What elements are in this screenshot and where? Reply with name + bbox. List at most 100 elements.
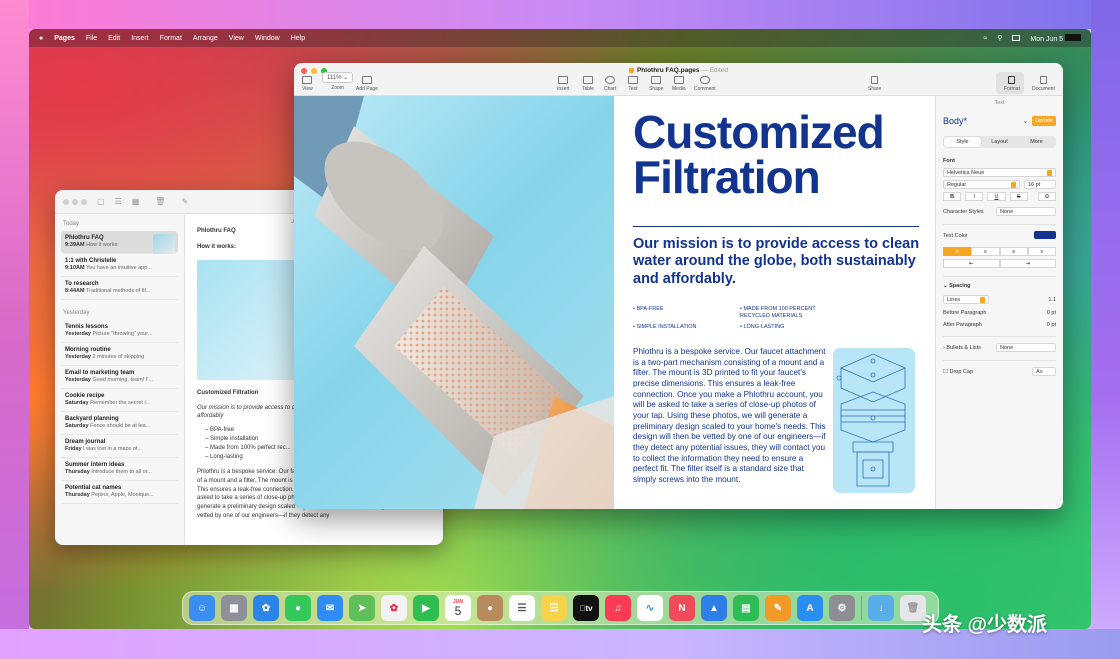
bold-button[interactable]: B <box>943 192 962 201</box>
text-color-well[interactable] <box>1034 231 1056 241</box>
before-paragraph-value[interactable]: 0 pt <box>1047 310 1056 316</box>
compose-icon[interactable]: ✎ <box>181 197 188 206</box>
close-button[interactable] <box>63 198 69 205</box>
contacts-icon[interactable]: ● <box>477 595 503 621</box>
paragraph-style-name[interactable]: Body* <box>943 116 967 126</box>
paragraph-style-row[interactable]: Body* ⌄ Update <box>943 116 1056 126</box>
freeform-icon[interactable]: ∿ <box>637 595 663 621</box>
chevron-down-icon[interactable]: ⌄ <box>1022 117 1028 125</box>
menu-format[interactable]: Format <box>160 35 182 42</box>
list-item[interactable]: Summer intern ideas Thursday Introduce t… <box>61 458 178 481</box>
italic-button[interactable]: I <box>965 192 984 201</box>
format-button[interactable]: Format <box>1004 76 1020 92</box>
downloads-folder-icon[interactable]: ↓ <box>868 595 894 621</box>
body-paragraph[interactable]: Phlothru is a bespoke service. Our fauce… <box>633 347 829 486</box>
bullets-lists-select[interactable]: None <box>996 343 1056 352</box>
align-left-icon[interactable]: ≡ <box>943 247 972 256</box>
font-family-select[interactable]: Helvetica Neue <box>943 168 1056 177</box>
pages-icon[interactable]: ✎ <box>765 595 791 621</box>
menu-help[interactable]: Help <box>291 35 305 42</box>
bullets-lists-label[interactable]: › Bullets & Lists <box>943 345 981 351</box>
document-title[interactable]: Phlothru FAQ.pages — Edited <box>294 67 1063 74</box>
pages-window[interactable]: Phlothru FAQ.pages — Edited View 111% ⌄ Z… <box>294 63 1063 509</box>
notes-icon[interactable]: ☰ <box>541 595 567 621</box>
update-style-button[interactable]: Update <box>1032 116 1056 126</box>
tab-layout[interactable]: Layout <box>981 137 1018 147</box>
facetime-icon[interactable]: ▶ <box>413 595 439 621</box>
font-size-field[interactable]: 16 pt <box>1024 180 1056 189</box>
list-item[interactable]: Tennis lessons Yesterday Picture "throwi… <box>61 320 178 343</box>
decrease-indent-icon[interactable]: ⇤ <box>943 259 1000 268</box>
numbers-icon[interactable]: ▤ <box>733 595 759 621</box>
view-button[interactable]: View <box>302 76 313 92</box>
advanced-options-gear-icon[interactable]: ⚙ <box>1037 192 1057 201</box>
tv-icon[interactable]: tv <box>573 595 599 621</box>
reminders-icon[interactable]: ☰ <box>509 595 535 621</box>
font-weight-select[interactable]: Regular <box>943 180 1020 189</box>
menu-edit[interactable]: Edit <box>108 35 120 42</box>
launchpad-icon[interactable]: ▦ <box>221 595 247 621</box>
delete-icon[interactable]: 🗑 <box>155 197 165 206</box>
underline-button[interactable]: U <box>987 192 1006 201</box>
table-button[interactable]: Table <box>582 76 594 92</box>
minimize-button[interactable] <box>72 198 78 205</box>
photos-icon[interactable]: ✿ <box>381 595 407 621</box>
list-item[interactable]: Cookie recipe Saturday Remember the secr… <box>61 389 178 412</box>
list-item[interactable]: 1:1 with Christelle 9:10AM You have an i… <box>61 254 178 277</box>
drop-cap-style-select[interactable]: A≡ <box>1032 367 1056 376</box>
comment-button[interactable]: Comment <box>694 76 716 92</box>
menu-window[interactable]: Window <box>255 35 280 42</box>
app-store-icon[interactable]: A <box>797 595 823 621</box>
spacing-section[interactable]: ⌄ Spacing <box>943 283 1056 289</box>
maps-icon[interactable]: ➤ <box>349 595 375 621</box>
share-button[interactable]: Share <box>868 76 881 92</box>
safari-icon[interactable]: ✿ <box>253 595 279 621</box>
align-justify-icon[interactable]: ≡ <box>1027 247 1056 256</box>
music-icon[interactable]: ♫ <box>605 595 631 621</box>
spotlight-icon[interactable]: ⚲ <box>997 34 1002 42</box>
finder-icon[interactable]: ☺ <box>189 595 215 621</box>
character-styles-select[interactable]: None <box>996 207 1056 216</box>
after-paragraph-value[interactable]: 0 pt <box>1047 322 1056 328</box>
insert-button[interactable]: Insert <box>557 76 570 92</box>
news-icon[interactable]: N <box>669 595 695 621</box>
clock[interactable]: Mon Jun 5 <box>1030 33 1081 43</box>
list-item[interactable]: Dream journal Friday I was lost in a maz… <box>61 435 178 458</box>
media-button[interactable]: Media <box>672 76 686 92</box>
list-view-icon[interactable]: ☰ <box>115 197 122 206</box>
list-item[interactable]: Backyard planning Saturday Fence should … <box>61 412 178 435</box>
document-button[interactable]: Document <box>1032 76 1055 92</box>
system-settings-icon[interactable]: ⚙ <box>829 595 855 621</box>
sidebar-toggle-icon[interactable]: ▢ <box>97 197 105 206</box>
mail-icon[interactable]: ✉ <box>317 595 343 621</box>
align-right-icon[interactable]: ≡ <box>999 247 1028 256</box>
apple-menu-icon[interactable]: ● <box>39 35 43 42</box>
document-headline[interactable]: Customized Filtration <box>633 109 885 200</box>
chart-button[interactable]: Chart <box>604 76 616 92</box>
tab-style[interactable]: Style <box>944 137 981 147</box>
list-item[interactable]: To research 8:44AM Traditional methods o… <box>61 277 178 300</box>
control-center-icon[interactable] <box>1012 35 1021 41</box>
messages-icon[interactable]: ● <box>285 595 311 621</box>
mission-statement[interactable]: Our mission is to provide access to clea… <box>633 236 923 288</box>
shape-button[interactable]: Shape <box>649 76 663 92</box>
wifi-icon[interactable]: ≈ <box>983 35 987 42</box>
add-page-button[interactable]: Add Page <box>356 76 378 92</box>
list-item[interactable]: Email to marketing team Yesterday Good m… <box>61 366 178 389</box>
spacing-mode-select[interactable]: Lines <box>943 295 989 304</box>
list-item[interactable]: Phlothru FAQ 9:39AM How it works: <box>61 231 178 254</box>
calendar-icon[interactable]: JUN 5 <box>445 595 471 621</box>
menu-insert[interactable]: Insert <box>131 35 149 42</box>
strikethrough-button[interactable]: S <box>1009 192 1028 201</box>
menu-view[interactable]: View <box>229 35 244 42</box>
list-item[interactable]: Morning routine Yesterday 2 minutes of s… <box>61 343 178 366</box>
zoom-control[interactable]: 111% ⌄ Zoom <box>322 72 354 91</box>
document-canvas[interactable]: Customized Filtration Our mission is to … <box>294 96 935 509</box>
zoom-button[interactable] <box>81 198 87 205</box>
menu-app-name[interactable]: Pages <box>54 35 75 42</box>
align-center-icon[interactable]: ≡ <box>971 247 1000 256</box>
gallery-view-icon[interactable]: ▦ <box>132 197 140 206</box>
drop-cap-checkbox[interactable]: ☐ Drop Cap <box>943 369 973 375</box>
tab-more[interactable]: More <box>1018 137 1055 147</box>
increase-indent-icon[interactable]: ⇥ <box>999 259 1056 268</box>
